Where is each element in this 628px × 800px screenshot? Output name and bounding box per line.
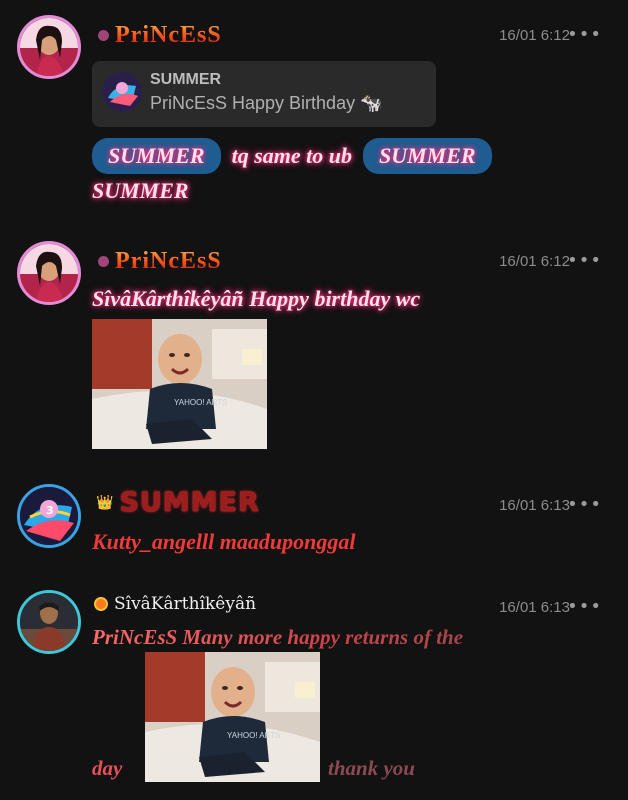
message-text: PriNcEsS Many more happy returns of the <box>92 625 617 650</box>
timestamp: 16/01 6:13 <box>499 497 570 514</box>
message-text: thank you <box>328 756 415 780</box>
avatar[interactable] <box>17 15 81 79</box>
more-options-icon[interactable]: ••• <box>567 596 602 617</box>
chat-message: PriNcEsS 16/01 6:12 ••• SîvâKârthîkêyâñ … <box>0 230 628 460</box>
gif-caption: YAHOO! ARTS <box>227 731 281 740</box>
more-options-icon[interactable]: ••• <box>567 494 602 515</box>
mention-summer[interactable]: SUMMER <box>363 138 492 174</box>
author-name[interactable]: SUMMER <box>119 487 259 518</box>
timestamp: 16/01 6:13 <box>499 599 570 616</box>
gif-image[interactable]: YAHOO! ARTS <box>92 319 267 449</box>
timestamp: 16/01 6:12 <box>499 253 570 270</box>
message-text: tq same to ub <box>231 143 352 168</box>
chat-message: PriNcEsS 16/01 6:12 ••• SUMMER PriNcEsS … <box>0 0 628 220</box>
author-name[interactable]: PriNcEsS <box>115 22 222 49</box>
message-body: SUMMER tq same to ub SUMMER SUMMER <box>92 138 612 209</box>
quoted-author: SUMMER <box>150 71 222 88</box>
mention-summer[interactable]: SUMMER <box>92 138 221 174</box>
message-text: SîvâKârthîkêyâñ Happy birthday wc <box>92 286 421 311</box>
message-text: SUMMER <box>92 178 189 203</box>
more-options-icon[interactable]: ••• <box>567 24 602 45</box>
crown-icon: 👑 <box>96 494 114 511</box>
gif-image[interactable]: YAHOO! ARTS <box>145 652 320 782</box>
svg-text:3: 3 <box>46 504 54 517</box>
avatar[interactable] <box>17 241 81 305</box>
quoted-text: PriNcEsS Happy Birthday 🐄 <box>150 93 383 113</box>
quoted-avatar <box>102 72 142 112</box>
chat-message: SîvâKârthîkêyâñ 16/01 6:13 ••• PriNcEsS … <box>0 575 628 800</box>
timestamp: 16/01 6:12 <box>499 27 570 44</box>
avatar[interactable] <box>17 590 81 654</box>
chat-message: 3 👑 SUMMER 16/01 6:13 ••• Kutty_angelll … <box>0 470 628 570</box>
badge-icon <box>98 256 109 267</box>
badge-icon <box>98 30 109 41</box>
more-options-icon[interactable]: ••• <box>567 250 602 271</box>
author-name[interactable]: SîvâKârthîkêyâñ <box>114 594 256 614</box>
author-name[interactable]: PriNcEsS <box>115 248 222 275</box>
gif-caption: YAHOO! ARTS <box>174 398 228 407</box>
reply-quote[interactable]: SUMMER PriNcEsS Happy Birthday 🐄 <box>92 61 436 127</box>
avatar[interactable]: 3 <box>17 484 81 548</box>
message-text: Kutty_angelll maaduponggal <box>92 529 356 554</box>
badge-icon <box>94 597 108 611</box>
message-text: day <box>92 756 123 780</box>
